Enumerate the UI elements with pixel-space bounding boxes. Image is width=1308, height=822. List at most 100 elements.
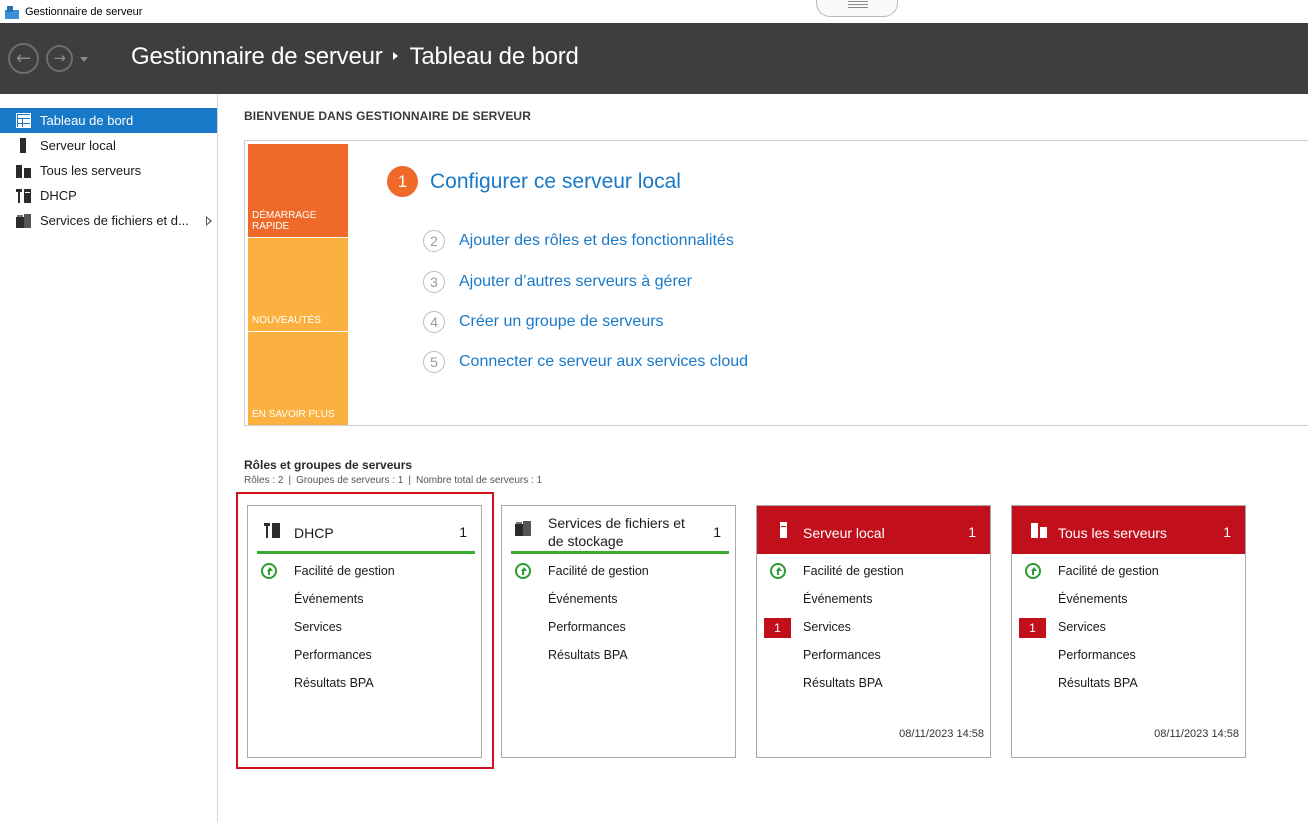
sidebar-item-dashboard[interactable]: Tableau de bord [0, 108, 217, 133]
card-title: Services de fichiers et de stockage [548, 514, 685, 550]
step-link[interactable]: Créer un groupe de serveurs [459, 313, 664, 331]
dashboard-icon [16, 113, 31, 128]
tile-learn-more[interactable]: EN SAVOIR PLUS [248, 332, 348, 425]
breadcrumb-separator-icon [392, 51, 398, 60]
tile-quick-start[interactable]: DÉMARRAGE RAPIDE [248, 144, 348, 237]
card-row-bpa-results[interactable]: Résultats BPA [803, 676, 883, 690]
breadcrumb-app: Gestionnaire de serveur [131, 43, 383, 70]
card-row-events[interactable]: Événements [294, 592, 363, 606]
card-count: 1 [968, 524, 976, 540]
roles-count: Rôles : 2 [244, 475, 284, 486]
quick-start-panel: DÉMARRAGE RAPIDE NOUVEAUTÉS EN SAVOIR PL… [244, 140, 1308, 426]
step-number: 3 [423, 271, 445, 293]
card-header[interactable]: Serveur local 1 [757, 506, 990, 554]
status-ok-icon [261, 563, 277, 579]
step-create-server-group[interactable]: 4 Créer un groupe de serveurs [423, 311, 664, 333]
status-ok-icon [1025, 563, 1041, 579]
file-services-icon [515, 520, 531, 536]
servers-total: Nombre total de serveurs : 1 [415, 475, 543, 486]
role-card-all-servers[interactable]: Tous les serveurs 1 Facilité de gestion … [1011, 505, 1246, 758]
card-row-events[interactable]: Événements [803, 592, 872, 606]
sidebar-item-label: Serveur local [40, 138, 116, 153]
step-add-servers[interactable]: 3 Ajouter d’autres serveurs à gérer [423, 271, 692, 293]
breadcrumb-page: Tableau de bord [409, 43, 579, 70]
card-row-services[interactable]: Services [294, 620, 342, 634]
servers-icon [1031, 522, 1047, 538]
card-row-manageability[interactable]: Facilité de gestion [548, 564, 649, 578]
card-row-bpa-results[interactable]: Résultats BPA [294, 676, 374, 690]
card-row-bpa-results[interactable]: Résultats BPA [1058, 676, 1138, 690]
tile-whats-new[interactable]: NOUVEAUTÉS [248, 238, 348, 331]
card-row-performance[interactable]: Performances [548, 620, 626, 634]
back-button[interactable]: ← [8, 43, 39, 74]
card-header[interactable]: Services de fichiers et de stockage 1 [511, 506, 729, 554]
card-row-performance[interactable]: Performances [1058, 648, 1136, 662]
sidebar-item-label: DHCP [40, 188, 77, 203]
window-title: Gestionnaire de serveur [25, 5, 143, 18]
alert-count-badge: 1 [764, 618, 791, 638]
step-number: 2 [423, 230, 445, 252]
expand-arrow-icon[interactable] [206, 216, 212, 226]
card-row-manageability[interactable]: Facilité de gestion [294, 564, 395, 578]
file-services-icon [16, 213, 31, 228]
groups-count: Groupes de serveurs : 1 [296, 475, 404, 486]
servers-icon [16, 163, 31, 178]
step-link[interactable]: Ajouter d’autres serveurs à gérer [459, 273, 692, 291]
status-ok-icon [770, 563, 786, 579]
server-icon [16, 138, 31, 153]
dashboard-main: BIENVENUE DANS GESTIONNAIRE DE SERVEUR D… [219, 94, 1308, 822]
card-title-line: de stockage [548, 533, 624, 549]
card-header[interactable]: Tous les serveurs 1 [1012, 506, 1245, 554]
sidebar-item-label: Tableau de bord [40, 113, 134, 128]
step-number: 5 [423, 351, 445, 373]
roles-section-title: Rôles et groupes de serveurs [244, 458, 413, 472]
server-manager-app-icon [4, 5, 20, 19]
step-link[interactable]: Connecter ce serveur aux services cloud [459, 353, 748, 371]
card-row-events[interactable]: Événements [1058, 592, 1127, 606]
header-bar: ← → Gestionnaire de serveur Tableau de bo… [0, 23, 1308, 94]
card-row-performance[interactable]: Performances [294, 648, 372, 662]
tile-label: DÉMARRAGE RAPIDE [252, 210, 317, 232]
sidebar-item-local-server[interactable]: Serveur local [0, 133, 217, 158]
sidebar-item-dhcp[interactable]: DHCP [0, 183, 217, 208]
card-title: DHCP [294, 525, 334, 541]
sidebar-item-file-services[interactable]: Services de fichiers et d... [0, 208, 217, 233]
step-link[interactable]: Configurer ce serveur local [430, 170, 681, 194]
card-header[interactable]: DHCP 1 [257, 506, 475, 554]
step-number: 1 [387, 166, 418, 197]
step-configure-local-server[interactable]: 1 Configurer ce serveur local [387, 166, 681, 197]
sidebar-item-all-servers[interactable]: Tous les serveurs [0, 158, 217, 183]
forward-button[interactable]: → [46, 45, 73, 72]
server-icon [776, 522, 792, 538]
card-count: 1 [1223, 524, 1231, 540]
card-row-services[interactable]: Services [803, 620, 851, 634]
role-card-local-server[interactable]: Serveur local 1 Facilité de gestion Évén… [756, 505, 991, 758]
card-row-manageability[interactable]: Facilité de gestion [1058, 564, 1159, 578]
card-row-performance[interactable]: Performances [803, 648, 881, 662]
tile-label: NOUVEAUTÉS [252, 315, 321, 326]
breadcrumb: Gestionnaire de serveur Tableau de bord [131, 43, 579, 71]
step-add-roles[interactable]: 2 Ajouter des rôles et des fonctionnalit… [423, 230, 734, 252]
card-row-events[interactable]: Événements [548, 592, 617, 606]
roles-summary: Rôles : 2 | Groupes de serveurs : 1 | Nombre… [244, 475, 543, 486]
card-title: Tous les serveurs [1058, 525, 1167, 541]
role-card-file-services[interactable]: Services de fichiers et de stockage 1 Fac… [501, 505, 736, 758]
step-connect-cloud[interactable]: 5 Connecter ce serveur aux services clou… [423, 351, 748, 373]
card-row-manageability[interactable]: Facilité de gestion [803, 564, 904, 578]
titlebar-grip[interactable] [816, 0, 898, 17]
card-row-services[interactable]: Services [1058, 620, 1106, 634]
sidebar-item-label: Tous les serveurs [40, 163, 142, 178]
card-count: 1 [459, 524, 467, 540]
step-link[interactable]: Ajouter des rôles et des fonctionnalités [459, 232, 734, 250]
alert-count-badge: 1 [1019, 618, 1046, 638]
card-row-bpa-results[interactable]: Résultats BPA [548, 648, 628, 662]
card-title-line: Services de fichiers et [548, 515, 685, 531]
welcome-title: BIENVENUE DANS GESTIONNAIRE DE SERVEUR [244, 109, 531, 123]
sidebar-item-label: Services de fichiers et d... [40, 213, 189, 228]
step-number: 4 [423, 311, 445, 333]
dhcp-icon [16, 188, 31, 203]
history-dropdown-icon[interactable] [80, 57, 88, 62]
card-count: 1 [713, 524, 721, 540]
dhcp-icon [264, 522, 280, 538]
role-card-dhcp[interactable]: DHCP 1 Facilité de gestion Événements Se… [247, 505, 482, 758]
